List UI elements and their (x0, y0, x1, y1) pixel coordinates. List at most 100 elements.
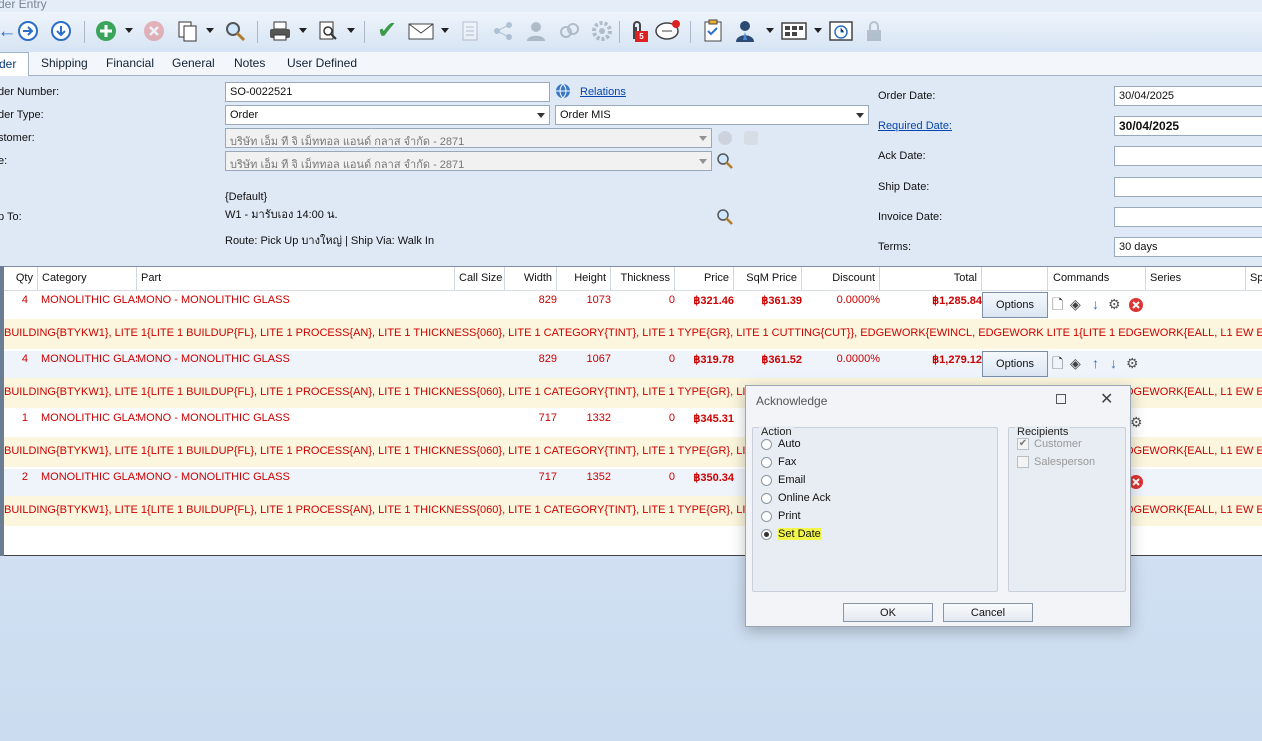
print-dropdown-arrow[interactable] (299, 28, 307, 33)
invoice-date-label: Invoice Date: (878, 211, 943, 223)
delete-line-icon[interactable] (1128, 297, 1144, 315)
order-mis-select[interactable]: Order MIS (555, 105, 869, 125)
globe-icon[interactable] (555, 83, 571, 102)
customer-select[interactable]: บริษัท เอ็ม ที จิ เม็ททอล แอนด์ กลาส จำก… (225, 128, 712, 148)
add-dropdown-arrow[interactable] (125, 28, 133, 33)
forward-icon[interactable] (15, 18, 41, 44)
preview-dropdown-arrow[interactable] (347, 28, 355, 33)
order-date-input[interactable]: 30/04/2025 (1114, 86, 1262, 106)
settings-icon[interactable]: ⚙ (1126, 356, 1139, 370)
col-discount[interactable]: Discount (802, 267, 880, 291)
chevron-down-icon[interactable] (852, 106, 868, 124)
chevron-down-icon[interactable] (695, 152, 711, 170)
split-icon[interactable]: ◈ (1070, 356, 1081, 370)
col-commands[interactable]: Commands (1048, 267, 1146, 291)
cancel-button[interactable]: Cancel (943, 603, 1033, 622)
col-sqm-price[interactable]: SqM Price (734, 267, 802, 291)
person-dropdown-arrow[interactable] (766, 28, 774, 33)
order-number-input[interactable]: SO-0022521 (225, 82, 550, 102)
toolbar-separator (257, 21, 258, 43)
thickness-cell: 0 (668, 412, 675, 424)
col-options[interactable] (982, 267, 1048, 291)
chevron-down-icon[interactable] (533, 106, 549, 124)
ship-to-search-icon[interactable] (716, 208, 734, 229)
maximize-icon[interactable] (1056, 394, 1066, 404)
clock-icon[interactable] (828, 18, 854, 44)
radio-email[interactable]: Email (761, 472, 806, 488)
ok-button[interactable]: OK (843, 603, 933, 622)
category-cell: MONOLITHIC GLASS (41, 471, 137, 483)
gallery-icon[interactable] (781, 18, 807, 44)
copy-dropdown-arrow[interactable] (206, 28, 214, 33)
search-icon[interactable] (222, 18, 248, 44)
move-up-icon[interactable]: ↑ (1092, 356, 1099, 370)
settings-icon[interactable]: ⚙ (1108, 297, 1121, 311)
close-icon[interactable]: ✕ (1100, 389, 1113, 409)
relations-link[interactable]: Relations (580, 86, 626, 98)
preview-icon[interactable] (315, 18, 341, 44)
clipboard-icon[interactable] (700, 18, 726, 44)
copy-icon[interactable] (174, 18, 200, 44)
tab-general[interactable]: General (172, 56, 215, 70)
checkbox-customer: ✔ Customer (1017, 436, 1082, 452)
thickness-cell: 0 (668, 294, 675, 306)
col-height[interactable]: Height (557, 267, 611, 291)
settings-icon[interactable]: ⚙ (1130, 415, 1143, 429)
table-row[interactable]: 4 MONOLITHIC GLASS MONO - MONOLITHIC GLA… (4, 292, 1262, 322)
copy-line-icon[interactable]: 🗋 (1052, 356, 1063, 370)
width-cell: 829 (538, 353, 557, 365)
gallery-dropdown-arrow[interactable] (814, 28, 822, 33)
tab-user-defined[interactable]: User Defined (287, 56, 357, 70)
customer-value: บริษัท เอ็ม ที จิ เม็ททอล แอนด์ กลาส จำก… (230, 136, 465, 148)
chevron-down-icon[interactable] (695, 129, 711, 147)
col-qty[interactable]: Qty (4, 267, 38, 291)
radio-label: Auto (778, 438, 801, 450)
radio-auto[interactable]: Auto (761, 436, 801, 452)
ship-date-input[interactable] (1114, 177, 1262, 197)
col-width[interactable]: Width (505, 267, 557, 291)
radio-online-ack[interactable]: Online Ack (761, 490, 831, 506)
tab-order[interactable]: der (0, 52, 30, 77)
print-icon[interactable] (267, 18, 293, 44)
tab-notes[interactable]: Notes (234, 56, 265, 70)
terms-select[interactable]: 30 days (1114, 237, 1262, 257)
move-down-icon[interactable]: ↓ (1110, 356, 1117, 370)
split-icon[interactable]: ◈ (1070, 297, 1081, 311)
table-row[interactable]: 4 MONOLITHIC GLASS MONO - MONOLITHIC GLA… (4, 351, 1262, 381)
radio-print[interactable]: Print (761, 508, 801, 524)
col-sp[interactable]: Sp (1246, 267, 1262, 291)
col-series[interactable]: Series (1146, 267, 1246, 291)
order-type-label: der Type: (0, 109, 44, 121)
col-price[interactable]: Price (675, 267, 734, 291)
chat-icon[interactable] (655, 18, 681, 44)
down-icon[interactable] (48, 18, 74, 44)
gear-icon (589, 18, 615, 44)
col-category[interactable]: Category (38, 267, 137, 291)
acknowledge-dialog: Acknowledge ✕ Action Auto Fax Email Onli… (745, 385, 1131, 627)
options-button[interactable]: Options (982, 292, 1048, 318)
required-date-input[interactable]: 30/04/2025 (1114, 116, 1262, 136)
bill-to-select[interactable]: บริษัท เอ็ม ที จิ เม็ททอล แอนด์ กลาส จำก… (225, 151, 712, 171)
col-thickness[interactable]: Thickness (611, 267, 675, 291)
tab-shipping[interactable]: Shipping (41, 56, 88, 70)
col-part[interactable]: Part (137, 267, 455, 291)
move-down-icon[interactable]: ↓ (1092, 297, 1099, 311)
options-button[interactable]: Options (982, 351, 1048, 377)
add-icon[interactable] (93, 18, 119, 44)
ship-to-label: p To: (0, 211, 22, 223)
person-icon[interactable] (732, 18, 758, 44)
required-date-link[interactable]: Required Date: (878, 120, 952, 132)
tab-financial[interactable]: Financial (106, 56, 154, 70)
order-type-select[interactable]: Order (225, 105, 550, 125)
approve-icon[interactable]: ✔ (374, 18, 400, 44)
radio-set-date[interactable]: Set Date (761, 526, 821, 542)
email-dropdown-arrow[interactable] (441, 28, 449, 33)
col-call-size[interactable]: Call Size (455, 267, 505, 291)
copy-line-icon[interactable]: 🗋 (1052, 297, 1063, 311)
email-icon[interactable] (408, 18, 434, 44)
invoice-date-input[interactable] (1114, 207, 1262, 227)
col-total[interactable]: Total (880, 267, 982, 291)
search-icon[interactable] (716, 152, 734, 173)
ack-date-input[interactable] (1114, 146, 1262, 166)
radio-fax[interactable]: Fax (761, 454, 796, 470)
